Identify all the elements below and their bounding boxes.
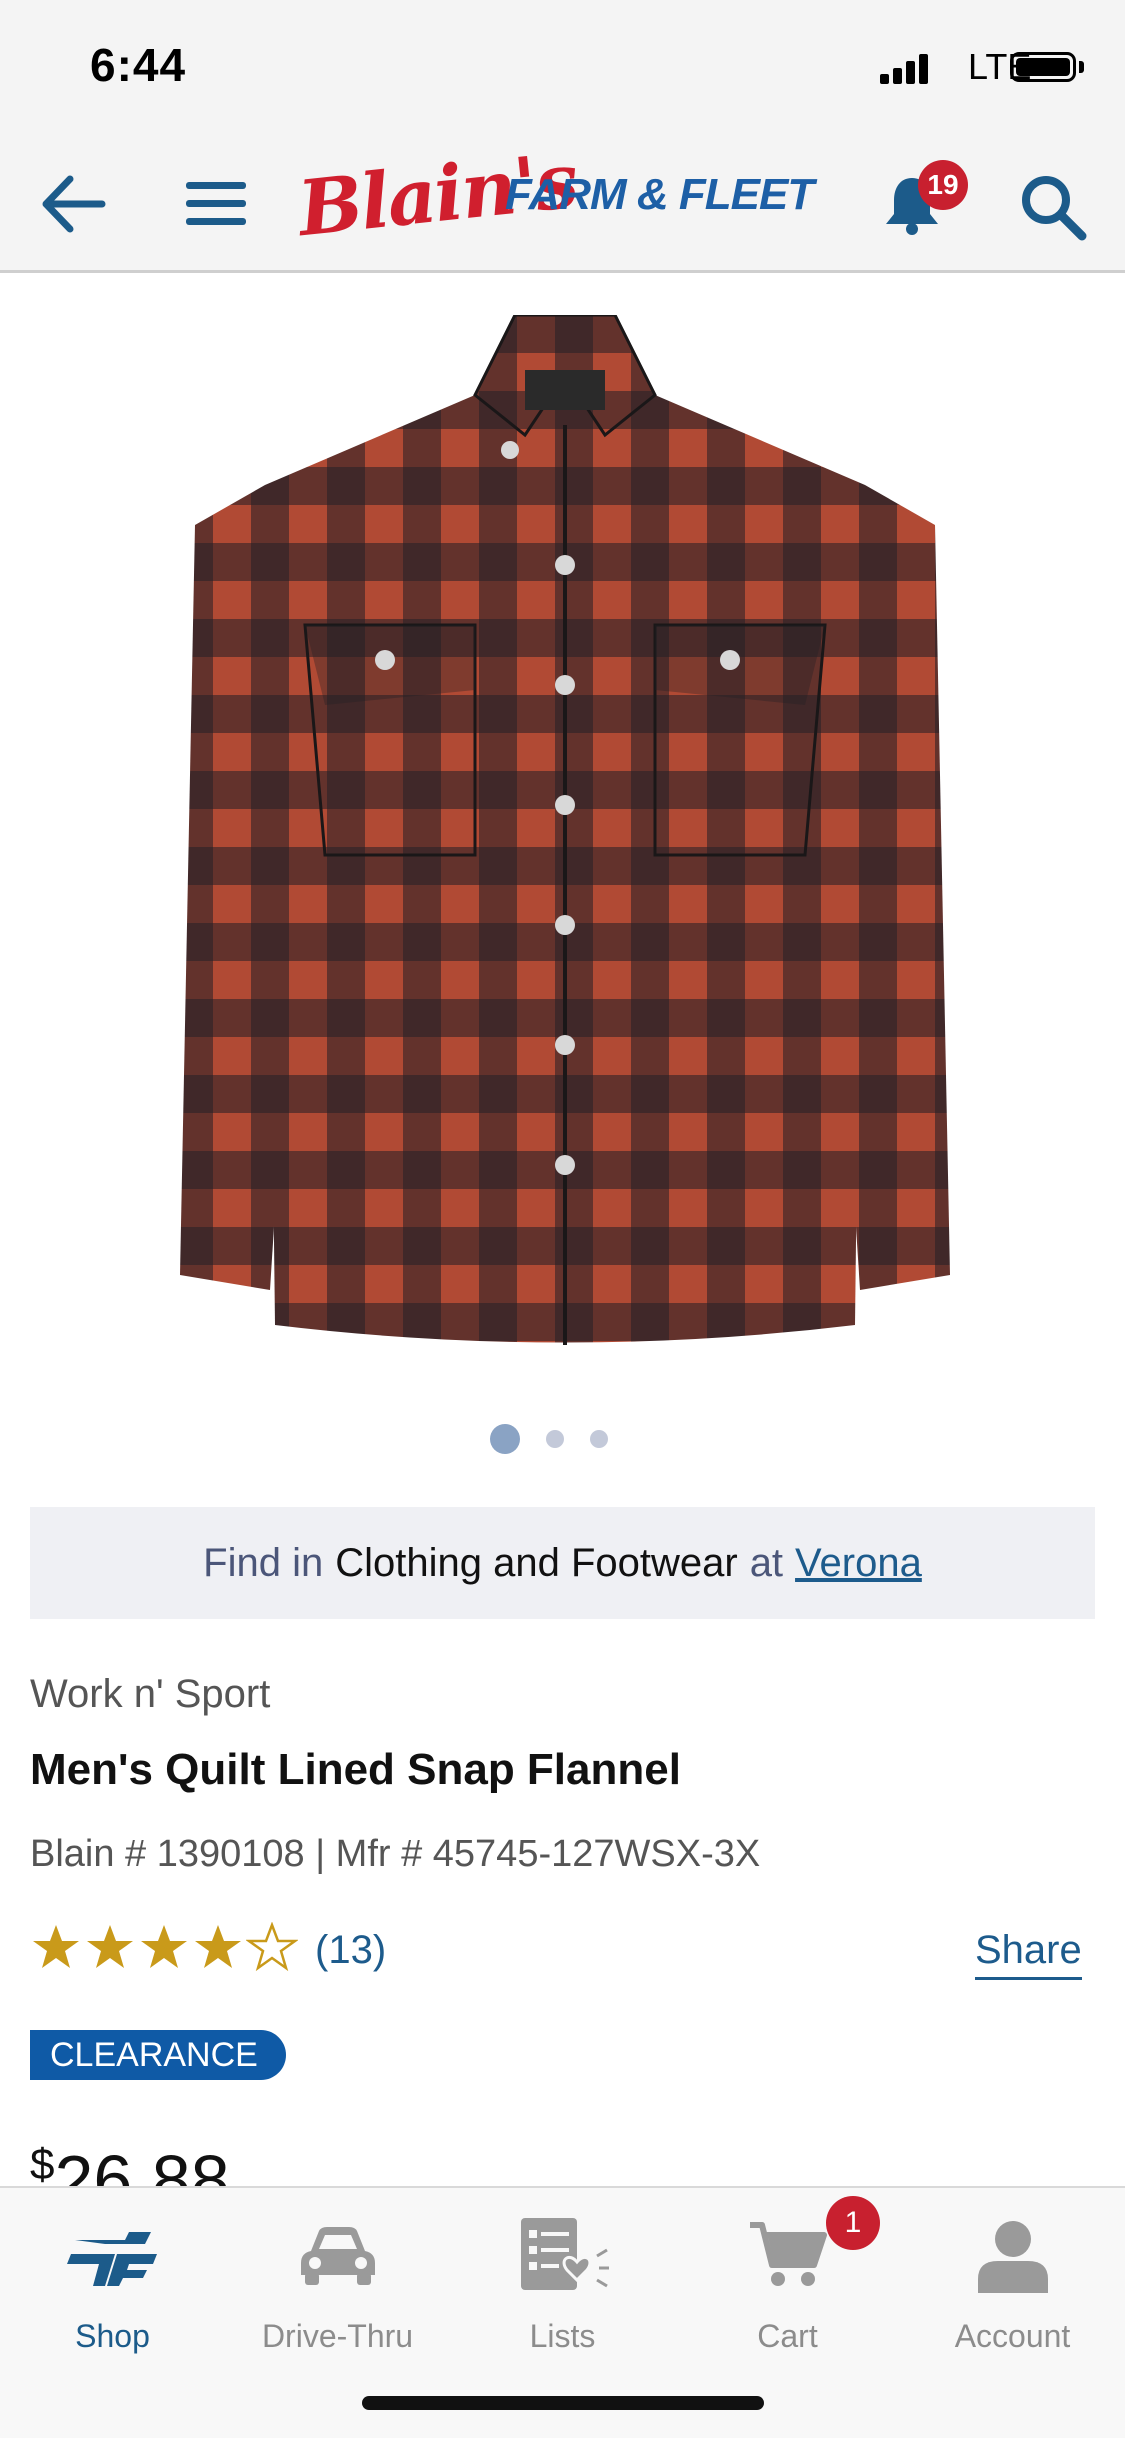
back-arrow-icon[interactable] <box>40 175 106 233</box>
home-indicator <box>362 2396 764 2410</box>
rating-stars[interactable] <box>30 1922 298 1972</box>
shop-logo-icon <box>66 2232 157 2286</box>
product-title: Men's Quilt Lined Snap Flannel <box>30 1745 681 1794</box>
product-brand[interactable]: Work n' Sport <box>30 1672 270 1717</box>
gallery-dot[interactable] <box>590 1430 608 1448</box>
share-link[interactable]: Share <box>975 1928 1082 1980</box>
gallery-dot[interactable] <box>490 1424 520 1454</box>
tab-label: Drive-Thru <box>261 2318 414 2354</box>
star-filled-icon <box>141 1925 187 1968</box>
signal-icon <box>880 52 928 84</box>
cart-icon <box>749 2222 827 2286</box>
find-in-department: Clothing and Footwear <box>335 1540 738 1585</box>
cart-count-badge: 1 <box>826 2196 880 2250</box>
tab-label: Account <box>954 2318 1071 2354</box>
find-in-prefix: Find in <box>203 1540 324 1585</box>
find-in-at: at <box>749 1540 784 1585</box>
find-in-store-box: Find in Clothing and Footwear at Verona <box>30 1507 1095 1619</box>
gallery-pagination[interactable] <box>490 1424 608 1454</box>
battery-icon <box>1010 52 1076 82</box>
star-filled-icon <box>33 1925 79 1968</box>
tab-account[interactable]: Account <box>900 2200 1125 2355</box>
tab-label: Cart <box>757 2318 818 2354</box>
product-sku-info: Blain # 1390108 | Mfr # 45745-127WSX-3X <box>30 1833 761 1875</box>
price-currency: $ <box>30 2140 55 2189</box>
car-icon <box>300 2227 375 2285</box>
brand-logo-text[interactable]: FARM & FLEET <box>505 170 814 220</box>
account-icon <box>977 2221 1048 2293</box>
battery-tip <box>1079 61 1084 73</box>
product-image[interactable] <box>175 315 955 1360</box>
notification-badge: 19 <box>918 160 968 210</box>
store-link[interactable]: Verona <box>795 1541 922 1586</box>
tab-drive-thru[interactable]: Drive-Thru <box>225 2200 450 2355</box>
gallery-dot[interactable] <box>546 1430 564 1448</box>
tab-shop[interactable]: Shop <box>0 2200 225 2355</box>
star-filled-icon <box>195 1925 241 1968</box>
review-count-link[interactable]: (13) <box>315 1928 386 1973</box>
search-icon[interactable] <box>1018 172 1088 242</box>
list-icon <box>520 2218 609 2290</box>
status-time: 6:44 <box>90 39 187 91</box>
clearance-badge: CLEARANCE <box>30 2030 286 2080</box>
tab-label: Lists <box>529 2318 596 2354</box>
tab-lists[interactable]: Lists <box>450 2200 675 2355</box>
tab-label: Shop <box>75 2318 150 2354</box>
star-filled-icon <box>87 1925 133 1968</box>
menu-icon[interactable] <box>186 180 246 228</box>
star-empty-icon <box>246 1922 298 1972</box>
